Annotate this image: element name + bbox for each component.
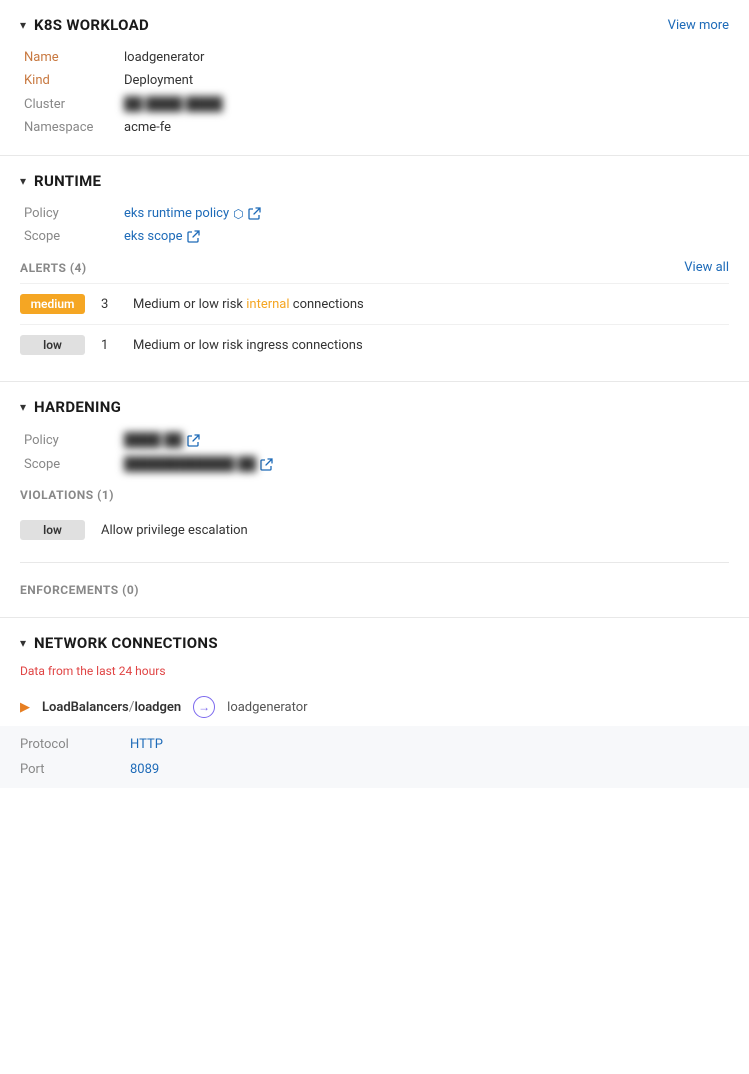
runtime-field-label-scope: Scope xyxy=(24,229,124,244)
field-row-name: Name loadgenerator xyxy=(24,46,729,69)
hardening-field-row-scope: Scope ████████████ ██ xyxy=(24,452,729,476)
alert-text-medium: Medium or low risk internal connections xyxy=(133,297,364,312)
hardening-title-group: ▾ HARDENING xyxy=(20,398,121,416)
alerts-title: ALERTS (4) xyxy=(20,261,87,275)
alerts-subsection-header: ALERTS (4) View all xyxy=(20,248,729,283)
hardening-policy-link[interactable]: ████ ██ xyxy=(124,432,200,448)
badge-medium: medium xyxy=(20,294,85,314)
hardening-chevron-icon[interactable]: ▾ xyxy=(20,400,26,414)
net-detail-label-protocol: Protocol xyxy=(20,737,90,752)
net-detail-value-protocol: HTTP xyxy=(130,737,163,752)
runtime-title: RUNTIME xyxy=(34,172,101,190)
hardening-field-label-policy: Policy xyxy=(24,433,124,448)
alert-row-low: low 1 Medium or low risk ingress connect… xyxy=(20,324,729,365)
network-connections-header: ▾ NETWORK CONNECTIONS xyxy=(20,634,729,652)
violations-title: VIOLATIONS (1) xyxy=(20,488,114,502)
runtime-scope-link[interactable]: eks scope xyxy=(124,229,200,244)
external-link-svg-scope xyxy=(187,230,200,243)
violation-badge-low: low xyxy=(20,520,85,540)
badge-low: low xyxy=(20,335,85,355)
net-detail-label-port: Port xyxy=(20,762,90,777)
external-link-icon-policy: ⬡ xyxy=(233,207,243,221)
runtime-field-label-policy: Policy xyxy=(24,206,124,221)
hardening-section: ▾ HARDENING Policy ████ ██ Scope ███████… xyxy=(0,382,749,618)
connection-target: loadgenerator xyxy=(227,700,307,715)
hardening-scope-value: ████████████ ██ xyxy=(124,456,256,472)
network-connections-title-group: ▾ NETWORK CONNECTIONS xyxy=(20,634,218,652)
field-label-name: Name xyxy=(24,50,124,65)
field-value-kind: Deployment xyxy=(124,73,193,88)
violation-text: Allow privilege escalation xyxy=(101,523,248,538)
network-detail-row-port: Port 8089 xyxy=(20,757,729,782)
field-value-cluster: ██ ████ ████ xyxy=(124,96,223,112)
field-label-namespace: Namespace xyxy=(24,120,124,135)
runtime-section: ▾ RUNTIME Policy eks runtime policy ⬡ Sc… xyxy=(0,156,749,382)
hardening-title: HARDENING xyxy=(34,398,121,416)
field-label-cluster: Cluster xyxy=(24,97,124,112)
network-connection-row: ▶ LoadBalancers/loadgen → loadgenerator xyxy=(20,688,729,726)
arrow-circle-icon: → xyxy=(193,696,215,718)
hardening-policy-value: ████ ██ xyxy=(124,432,183,448)
runtime-title-group: ▾ RUNTIME xyxy=(20,172,101,190)
chevron-icon[interactable]: ▾ xyxy=(20,18,26,32)
field-value-namespace: acme-fe xyxy=(124,120,171,135)
external-link-svg-policy xyxy=(248,207,261,220)
enforcements-title: ENFORCEMENTS (0) xyxy=(20,583,139,597)
alert-count-medium: 3 xyxy=(101,297,117,312)
runtime-chevron-icon[interactable]: ▾ xyxy=(20,174,26,188)
violation-row-low: low Allow privilege escalation xyxy=(20,510,729,550)
network-detail-table: Protocol HTTP Port 8089 xyxy=(0,726,749,788)
runtime-policy-link[interactable]: eks runtime policy ⬡ xyxy=(124,206,261,221)
hardening-field-label-scope: Scope xyxy=(24,457,124,472)
runtime-policy-link-text: eks runtime policy xyxy=(124,206,229,221)
alert-count-low: 1 xyxy=(101,338,117,353)
runtime-scope-link-text: eks scope xyxy=(124,229,183,244)
view-more-link[interactable]: View more xyxy=(668,18,729,33)
network-connections-section: ▾ NETWORK CONNECTIONS Data from the last… xyxy=(0,618,749,788)
violations-divider xyxy=(20,562,729,563)
violations-subsection-header: VIOLATIONS (1) xyxy=(20,476,729,510)
hardening-header: ▾ HARDENING xyxy=(20,398,729,416)
field-label-kind: Kind xyxy=(24,73,124,88)
field-value-name: loadgenerator xyxy=(124,50,204,65)
connection-name: loadgen xyxy=(134,700,181,715)
network-subtitle: Data from the last 24 hours xyxy=(20,664,729,678)
network-detail-row-protocol: Protocol HTTP xyxy=(20,732,729,757)
hardening-field-row-policy: Policy ████ ██ xyxy=(24,428,729,452)
field-row-cluster: Cluster ██ ████ ████ xyxy=(24,92,729,116)
hardening-scope-link[interactable]: ████████████ ██ xyxy=(124,456,273,472)
runtime-field-row-scope: Scope eks scope xyxy=(24,225,729,248)
alert-highlight-internal: internal xyxy=(246,297,289,312)
view-all-link[interactable]: View all xyxy=(684,260,729,275)
external-link-svg-hardening-policy xyxy=(187,434,200,447)
connection-label-name: LoadBalancers xyxy=(42,700,129,715)
network-connections-title: NETWORK CONNECTIONS xyxy=(34,634,218,652)
k8s-workload-title: K8S WORKLOAD xyxy=(34,16,149,34)
net-detail-value-port: 8089 xyxy=(130,762,159,777)
connection-label-text: LoadBalancers/loadgen xyxy=(42,699,181,715)
runtime-field-row-policy: Policy eks runtime policy ⬡ xyxy=(24,202,729,225)
network-chevron-icon[interactable]: ▾ xyxy=(20,636,26,650)
k8s-workload-section: ▾ K8S WORKLOAD View more Name loadgenera… xyxy=(0,0,749,156)
k8s-workload-title-group: ▾ K8S WORKLOAD xyxy=(20,16,149,34)
external-link-svg-hardening-scope xyxy=(260,458,273,471)
enforcements-subsection-header: ENFORCEMENTS (0) xyxy=(20,571,729,601)
runtime-header: ▾ RUNTIME xyxy=(20,172,729,190)
triangle-icon: ▶ xyxy=(20,700,30,715)
field-row-namespace: Namespace acme-fe xyxy=(24,116,729,139)
alert-text-low: Medium or low risk ingress connections xyxy=(133,338,363,353)
field-row-kind: Kind Deployment xyxy=(24,69,729,92)
k8s-workload-header: ▾ K8S WORKLOAD View more xyxy=(20,16,729,34)
alert-row-medium: medium 3 Medium or low risk internal con… xyxy=(20,283,729,324)
